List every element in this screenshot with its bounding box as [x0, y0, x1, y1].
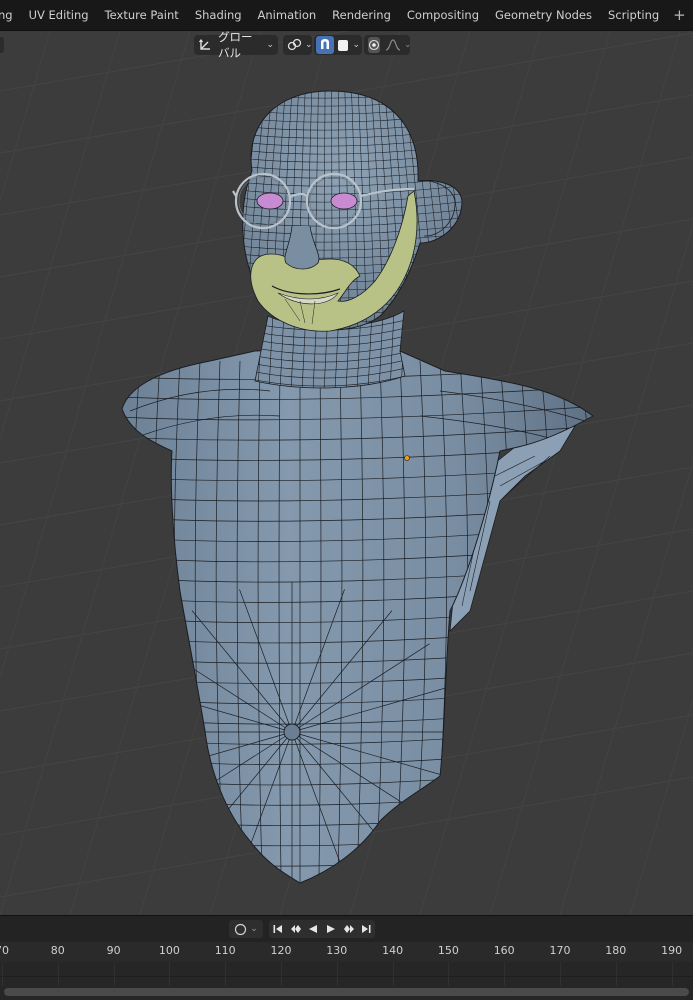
timeline-scrollbar[interactable]: [4, 988, 689, 996]
timeline-header: ⌄: [0, 915, 693, 942]
frame-gridline: [225, 962, 226, 986]
playback-controls: [269, 920, 375, 938]
chevron-down-icon: ⌄: [250, 924, 258, 934]
frame-label: 80: [50, 944, 65, 957]
frame-gridline: [114, 962, 115, 986]
timeline-track-area[interactable]: [0, 962, 693, 1000]
3d-viewport[interactable]: グローバル ⌄ ⌄ ⌄ ⌄: [0, 31, 693, 915]
workspace-tab[interactable]: Compositing: [399, 4, 487, 26]
pivot-link-icon: [287, 38, 302, 52]
frame-gridline: [672, 962, 673, 986]
frame-label: 110: [214, 944, 236, 957]
frame-label: 70: [0, 944, 9, 957]
proportional-editing[interactable]: ⌄: [364, 35, 412, 55]
frame-label: 150: [437, 944, 459, 957]
frame-gridline: [560, 962, 561, 986]
frame-gridline: [448, 962, 449, 986]
frame-label: 140: [382, 944, 404, 957]
frame-gridline: [58, 962, 59, 986]
record-icon[interactable]: [234, 923, 247, 936]
workspace-tab[interactable]: UV Editing: [21, 4, 97, 26]
frame-label: 180: [605, 944, 627, 957]
frame-gridline: [393, 962, 394, 986]
character-bust-mesh[interactable]: [0, 31, 693, 915]
left-eye: [256, 192, 284, 210]
play-icon[interactable]: [322, 920, 340, 938]
add-workspace-button[interactable]: +: [667, 4, 692, 26]
frame-label: 90: [106, 944, 121, 957]
frame-label: 190: [661, 944, 683, 957]
falloff-curve-icon[interactable]: [385, 39, 401, 51]
workspace-tab[interactable]: Shading: [187, 4, 250, 26]
auto-keying-toggle[interactable]: ⌄: [229, 920, 263, 938]
workspace-tab[interactable]: Geometry Nodes: [487, 4, 600, 26]
frame-gridline: [504, 962, 505, 986]
track-divider: [0, 976, 693, 977]
frame-label: 100: [158, 944, 180, 957]
workspace-tab[interactable]: Rendering: [324, 4, 399, 26]
prev-keyframe-icon[interactable]: [287, 920, 305, 938]
jump-end-icon[interactable]: [357, 920, 375, 938]
frame-label: 160: [493, 944, 515, 957]
frame-gridline: [169, 962, 170, 986]
pivot-point-dropdown[interactable]: ⌄: [283, 35, 313, 55]
frame-gridline: [337, 962, 338, 986]
frame-label: 120: [270, 944, 292, 957]
workspace-tab[interactable]: ng: [0, 4, 21, 26]
snap-target-increment-icon[interactable]: [337, 39, 349, 51]
workspace-tab[interactable]: Animation: [250, 4, 325, 26]
chevron-down-icon: ⌄: [305, 40, 313, 50]
play-reverse-icon[interactable]: [304, 920, 322, 938]
frame-ruler[interactable]: 70 80 90 100 110 120 130 140 150 160 170 180 190: [0, 942, 693, 962]
chevron-down-icon: ⌄: [404, 40, 412, 50]
object-origin: [404, 455, 410, 461]
orientation-axes-icon: [198, 38, 212, 52]
snap-magnet-icon[interactable]: [316, 36, 334, 54]
next-keyframe-icon[interactable]: [340, 920, 358, 938]
jump-start-icon[interactable]: [269, 920, 287, 938]
proportional-edit-icon[interactable]: [368, 37, 380, 53]
frame-gridline: [616, 962, 617, 986]
viewport-header: グローバル ⌄ ⌄ ⌄ ⌄: [0, 31, 693, 60]
workspace-tab[interactable]: Scripting: [600, 4, 667, 26]
chevron-down-icon: ⌄: [352, 40, 360, 50]
chevron-down-icon: ⌄: [266, 40, 274, 50]
transform-orientation-dropdown[interactable]: グローバル ⌄: [194, 31, 278, 60]
workspace-tab[interactable]: Texture Paint: [97, 4, 187, 26]
frame-label: 170: [549, 944, 571, 957]
workspace-tab-bar: ngUV EditingTexture PaintShadingAnimatio…: [0, 0, 693, 31]
torso: [121, 349, 594, 884]
toolbar-collapse-tab[interactable]: [0, 37, 4, 53]
snap-controls[interactable]: ⌄: [314, 35, 362, 55]
frame-label: 130: [326, 944, 348, 957]
frame-gridline: [281, 962, 282, 986]
transform-orientation-label: グローバル: [218, 31, 253, 60]
frame-gridline: [2, 962, 3, 986]
right-eye: [330, 192, 358, 210]
